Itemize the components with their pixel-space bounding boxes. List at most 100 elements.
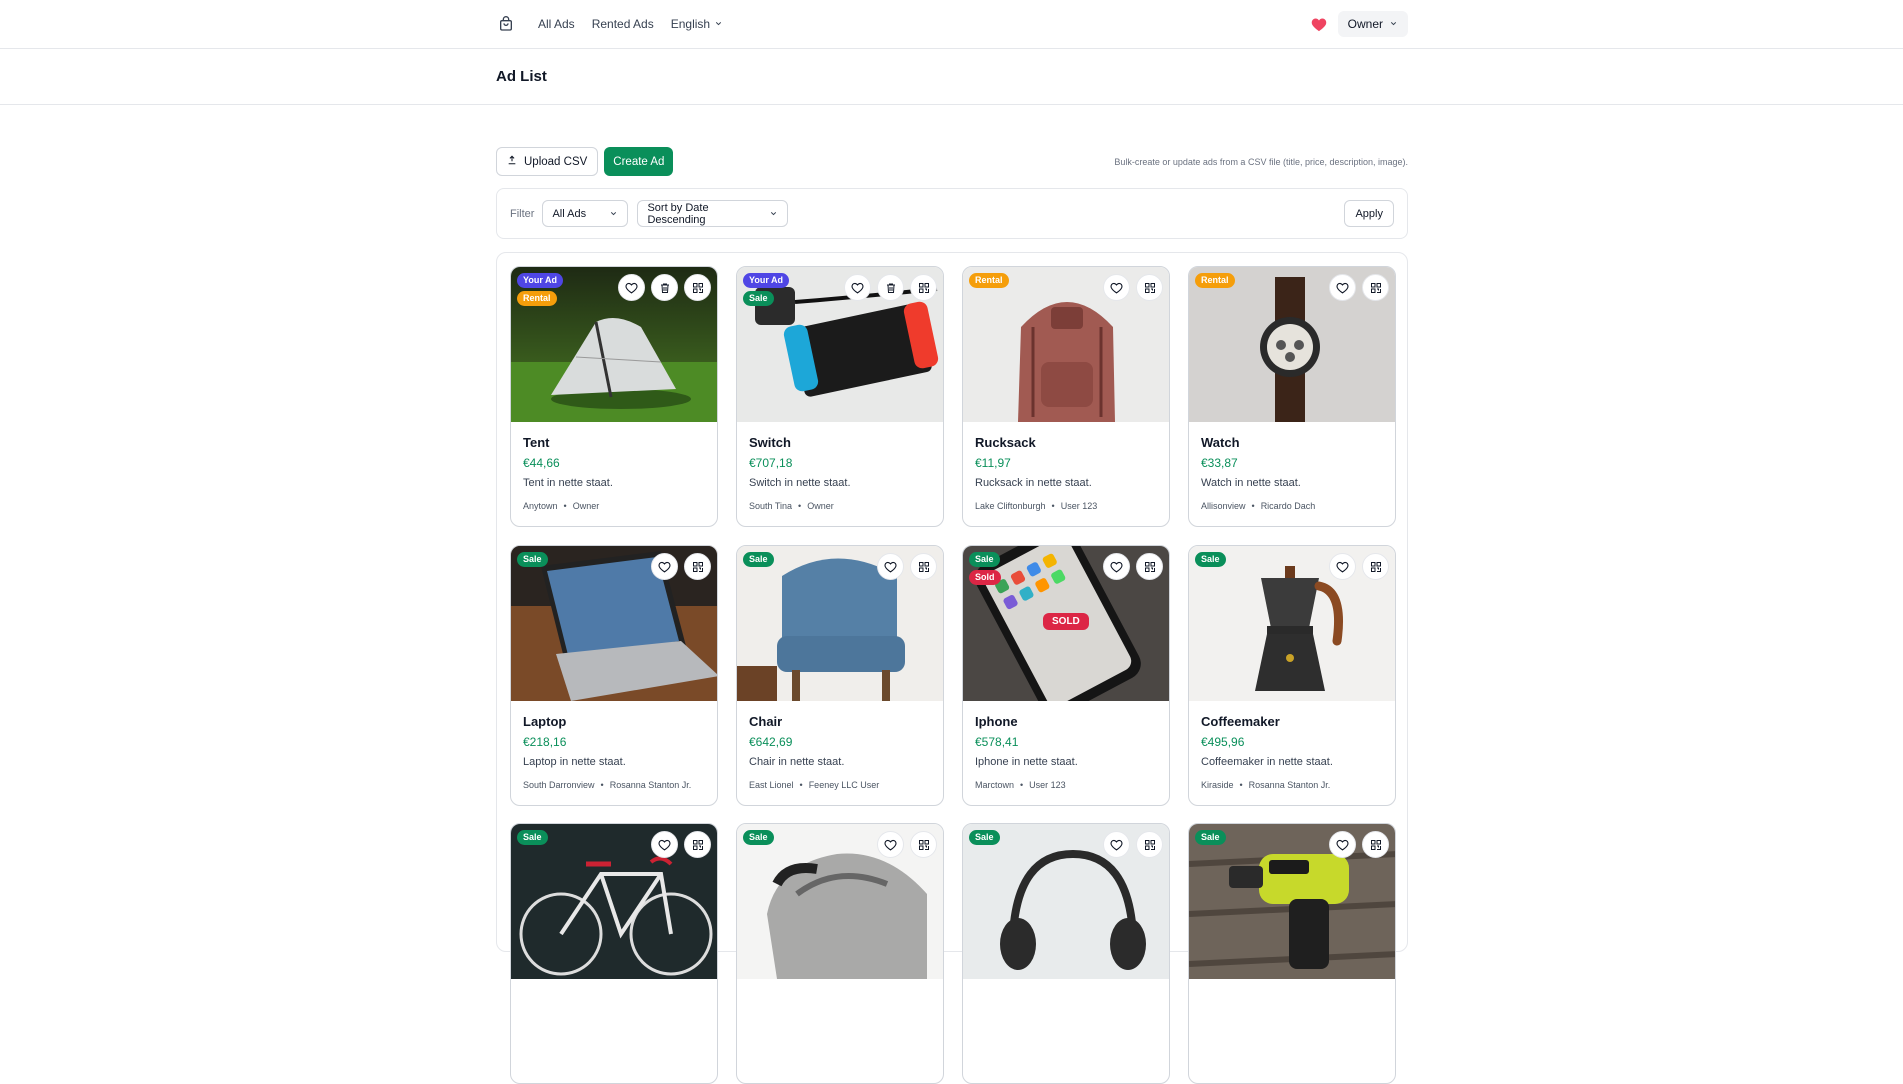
qr-button[interactable] — [1136, 274, 1163, 301]
ad-title[interactable]: Watch — [1201, 435, 1385, 452]
upload-csv-button[interactable]: Upload CSV — [496, 147, 599, 176]
page-header: Ad List — [0, 49, 1903, 105]
qr-button[interactable] — [684, 831, 711, 858]
card-actions — [877, 553, 937, 580]
qr-button[interactable] — [1362, 831, 1389, 858]
badge-group: Sale — [743, 552, 774, 567]
apply-button[interactable]: Apply — [1344, 200, 1394, 227]
heart-button[interactable] — [877, 831, 904, 858]
ad-card[interactable]: Sale • — [510, 823, 718, 1084]
heart-button[interactable] — [1329, 274, 1356, 301]
top-navbar: All Ads Rented Ads English Owner — [0, 0, 1903, 49]
card-actions — [1103, 831, 1163, 858]
favorites-heart-icon[interactable] — [1310, 15, 1328, 33]
qr-icon — [692, 282, 704, 294]
ad-title[interactable]: Chair — [749, 714, 933, 731]
ad-title[interactable]: Switch — [749, 435, 933, 452]
heart-button[interactable] — [651, 553, 678, 580]
heart-icon — [1336, 282, 1349, 294]
qr-button[interactable] — [1136, 831, 1163, 858]
meta-separator: • — [799, 780, 803, 790]
qr-button[interactable] — [910, 831, 937, 858]
sort-value: Sort by Date Descending — [647, 201, 709, 226]
qr-button[interactable] — [684, 274, 711, 301]
badge-group: Rental — [1195, 273, 1235, 288]
ad-card[interactable]: Sale Chair €642,69 Chair in nette staat.… — [736, 545, 944, 806]
heart-button[interactable] — [877, 553, 904, 580]
ad-card-body: Watch €33,87 Watch in nette staat. Allis… — [1201, 435, 1385, 511]
heart-icon — [658, 839, 671, 851]
ad-location: Marctown — [975, 780, 1015, 790]
qr-button[interactable] — [1362, 274, 1389, 301]
ad-price: €578,41 — [975, 735, 1019, 749]
heart-button[interactable] — [1329, 831, 1356, 858]
ad-title[interactable]: Tent — [523, 435, 707, 452]
qr-button[interactable] — [910, 553, 937, 580]
ad-meta: Lake Cliftonburgh • User 123 — [975, 501, 1159, 511]
ad-card[interactable]: Sale Laptop €218,16 Laptop in nette staa… — [510, 545, 718, 806]
user-menu-button[interactable]: Owner — [1337, 11, 1408, 37]
heart-button[interactable] — [1103, 274, 1130, 301]
heart-button[interactable] — [1329, 553, 1356, 580]
ad-card[interactable]: Your Ad Sale Switch €707,18 Switch in net… — [736, 266, 944, 527]
qr-button[interactable] — [684, 553, 711, 580]
status-badge: Sale — [1195, 830, 1226, 845]
qr-icon — [1370, 282, 1382, 294]
ad-type-select[interactable]: All Ads — [542, 200, 629, 227]
ad-title[interactable]: Iphone — [975, 714, 1159, 731]
heart-icon — [1110, 561, 1123, 573]
heart-button[interactable] — [1103, 831, 1130, 858]
meta-separator: • — [1239, 780, 1243, 790]
meta-separator: • — [600, 780, 604, 790]
status-badge: Sale — [969, 830, 1000, 845]
heart-icon — [625, 282, 638, 294]
ad-price: €218,16 — [523, 735, 567, 749]
qr-icon — [1144, 839, 1156, 851]
qr-icon — [692, 561, 704, 573]
ad-card[interactable]: Sale Coffeemaker €495,96 Coffeemaker in … — [1188, 545, 1396, 806]
ad-card[interactable]: Your Ad Rental Tent €44,66 Tent in nette … — [510, 266, 718, 527]
qr-icon — [918, 839, 930, 851]
qr-button[interactable] — [1136, 553, 1163, 580]
ad-card[interactable]: Sale • — [736, 823, 944, 1084]
trash-button[interactable] — [877, 274, 904, 301]
ad-card[interactable]: Rental Watch €33,87 Watch in nette staat… — [1188, 266, 1396, 527]
ad-user: Rosanna Stanton Jr. — [1248, 780, 1331, 790]
heart-button[interactable] — [1103, 553, 1130, 580]
qr-icon — [1144, 282, 1156, 294]
ad-location: South Darronview — [523, 780, 595, 790]
sort-select[interactable]: Sort by Date Descending — [637, 200, 789, 227]
language-select[interactable]: English — [671, 17, 723, 31]
status-badge: Sale — [743, 830, 774, 845]
shopping-bag-icon[interactable] — [496, 14, 516, 34]
meta-separator: • — [798, 501, 802, 511]
ad-title[interactable]: Rucksack — [975, 435, 1159, 452]
ad-card[interactable]: Sale • — [1188, 823, 1396, 1084]
heart-button[interactable] — [844, 274, 871, 301]
ad-card[interactable]: Sale Sold SOLD Iphone €578,41 Iphone in ne… — [962, 545, 1170, 806]
nav-rented-ads[interactable]: Rented Ads — [592, 17, 654, 31]
status-badge: Your Ad — [517, 273, 563, 288]
badge-group: Sale — [743, 830, 774, 845]
heart-button[interactable] — [618, 274, 645, 301]
qr-button[interactable] — [910, 274, 937, 301]
qr-icon — [1370, 561, 1382, 573]
trash-button[interactable] — [651, 274, 678, 301]
ad-card[interactable]: Rental Rucksack €11,97 Rucksack in nette… — [962, 266, 1170, 527]
heart-button[interactable] — [651, 831, 678, 858]
chevron-down-icon — [759, 209, 778, 218]
ad-card-body: Chair €642,69 Chair in nette staat. East… — [749, 714, 933, 790]
create-ad-button[interactable]: Create Ad — [604, 147, 674, 176]
qr-button[interactable] — [1362, 553, 1389, 580]
ad-title[interactable]: Laptop — [523, 714, 707, 731]
badge-group: Sale — [1195, 552, 1226, 567]
ad-user: User 123 — [1029, 780, 1066, 790]
status-badge: Sale — [743, 552, 774, 567]
badge-group: Sale — [517, 830, 548, 845]
ad-card[interactable]: Sale • — [962, 823, 1170, 1084]
card-actions — [877, 831, 937, 858]
nav-all-ads[interactable]: All Ads — [538, 17, 575, 31]
ad-user: Feeney LLC User — [808, 780, 880, 790]
meta-separator: • — [1051, 501, 1055, 511]
ad-title[interactable]: Coffeemaker — [1201, 714, 1385, 731]
